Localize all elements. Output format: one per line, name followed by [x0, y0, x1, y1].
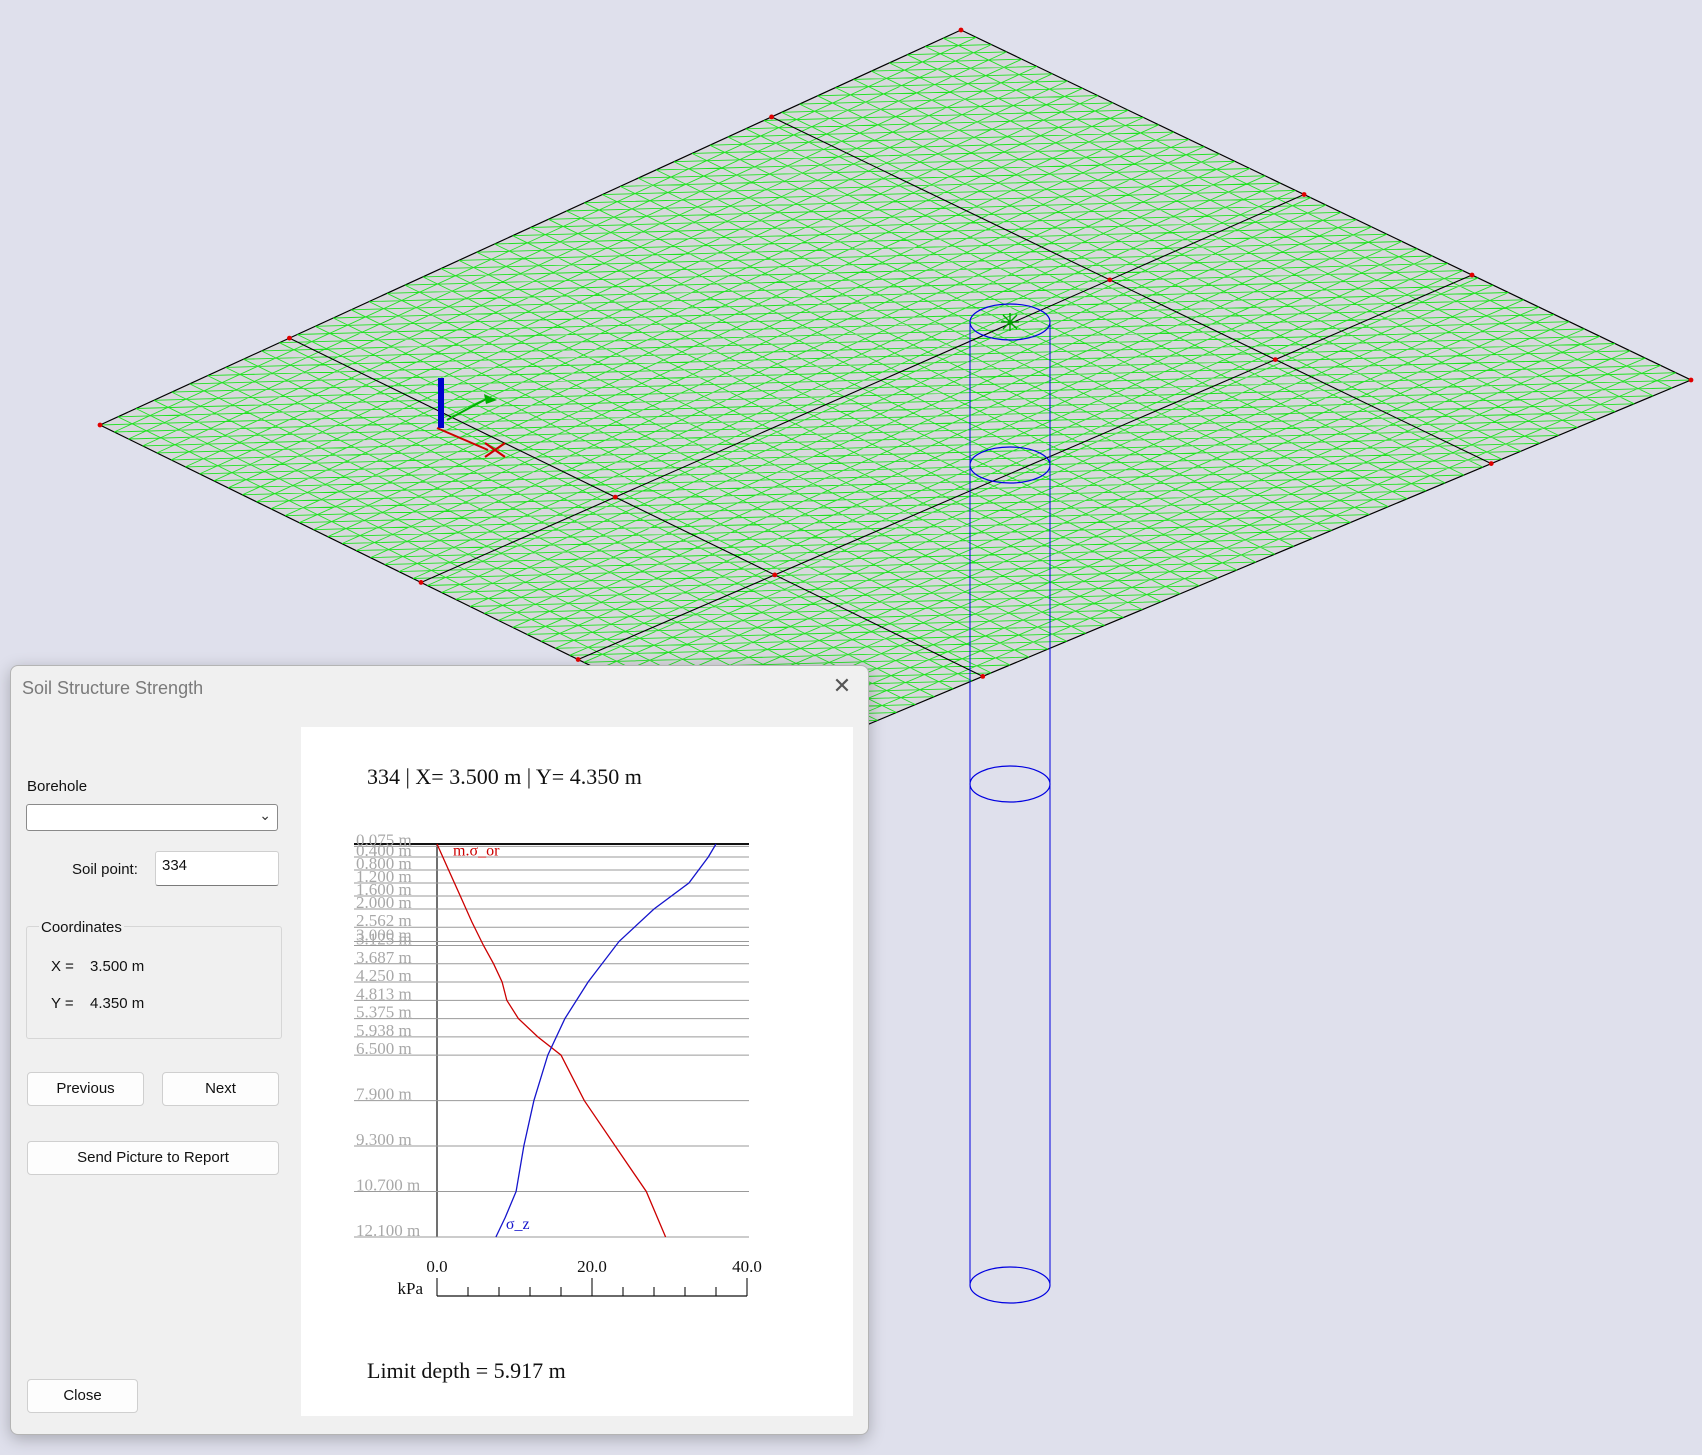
node-point [1688, 377, 1694, 383]
x-value: 3.500 m [90, 958, 145, 975]
close-button[interactable]: Close [27, 1379, 138, 1413]
chart-panel: 334 | X= 3.500 m | Y= 4.350 m 0.075 m 0.4… [301, 727, 853, 1416]
x-label: X = [51, 958, 74, 975]
chart-title: 334 | X= 3.500 m | Y= 4.350 m [367, 764, 642, 789]
coordinates-label: Coordinates [39, 919, 124, 936]
y-label: Y = [51, 995, 74, 1012]
send-picture-to-report-button[interactable]: Send Picture to Report [27, 1141, 279, 1175]
close-icon[interactable]: ✕ [828, 672, 856, 700]
node-point [575, 657, 581, 662]
series-line [495, 843, 717, 1238]
node-point [97, 422, 103, 428]
series-line [436, 843, 667, 1238]
depth-label: 3.687 m [356, 948, 412, 967]
dialog-titlebar[interactable]: Soil Structure Strength ✕ [11, 666, 868, 708]
depth-label: 4.250 m [356, 966, 412, 985]
soil-point-label: Soil point: [72, 861, 138, 878]
node-point [1301, 192, 1307, 197]
soil-point-input[interactable]: 334 [155, 851, 279, 886]
x-tick-label: 40.0 [732, 1257, 762, 1276]
depth-label: 6.500 m [356, 1039, 412, 1058]
node-point [980, 674, 986, 679]
node-point [1469, 272, 1475, 278]
limit-depth-label: Limit depth = 5.917 m [367, 1358, 566, 1383]
x-tick-label: 0.0 [426, 1257, 447, 1276]
previous-button[interactable]: Previous [27, 1072, 144, 1106]
pile-section [969, 1266, 1051, 1304]
soil-structure-strength-dialog: Soil Structure Strength ✕ Borehole ⌄ Soi… [10, 665, 869, 1435]
node-point [958, 27, 964, 33]
pile-section [969, 765, 1051, 803]
next-button[interactable]: Next [162, 1072, 279, 1106]
depth-label: 4.813 m [356, 984, 412, 1003]
chevron-down-icon: ⌄ [259, 807, 271, 823]
node-point [772, 572, 778, 578]
depth-label: 7.900 m [356, 1085, 412, 1104]
series-label: σ_z [506, 1216, 530, 1233]
node-point [1272, 357, 1278, 362]
x-axis: 0.0 20.0 40.0 kPa [398, 1257, 762, 1298]
depth-label: 5.938 m [356, 1021, 412, 1040]
node-point [769, 114, 774, 120]
slab [97, 27, 1694, 763]
borehole-label: Borehole [27, 778, 88, 795]
node-point [1488, 461, 1494, 466]
depth-label: 2.000 m [356, 893, 412, 912]
depth-label: 5.375 m [356, 1003, 412, 1022]
depth-label: 10.700 m [356, 1176, 420, 1195]
y-value: 4.350 m [90, 995, 145, 1012]
depth-labels: 0.075 m0.400 m0.800 m1.200 m1.600 m2.000… [356, 830, 420, 1240]
node-point [1107, 277, 1113, 283]
node-point [287, 335, 292, 341]
x-tick-label: 20.0 [577, 1257, 607, 1276]
node-point [612, 494, 618, 500]
chart-series: m.σ_or σ_z [436, 843, 717, 1238]
node-point [418, 580, 424, 585]
depth-label: 3.125 m [356, 929, 412, 948]
borehole-select[interactable]: ⌄ [26, 804, 278, 831]
pile-head-marker [1001, 313, 1019, 331]
depth-label: 9.300 m [356, 1130, 412, 1149]
series-label: m.σ_or [453, 843, 500, 860]
coordinates-group [26, 926, 282, 1039]
stress-chart: 334 | X= 3.500 m | Y= 4.350 m 0.075 m0.4… [354, 764, 762, 1383]
depth-label: 12.100 m [356, 1221, 420, 1240]
x-axis-label: kPa [398, 1279, 424, 1298]
dialog-title: Soil Structure Strength [22, 678, 204, 698]
